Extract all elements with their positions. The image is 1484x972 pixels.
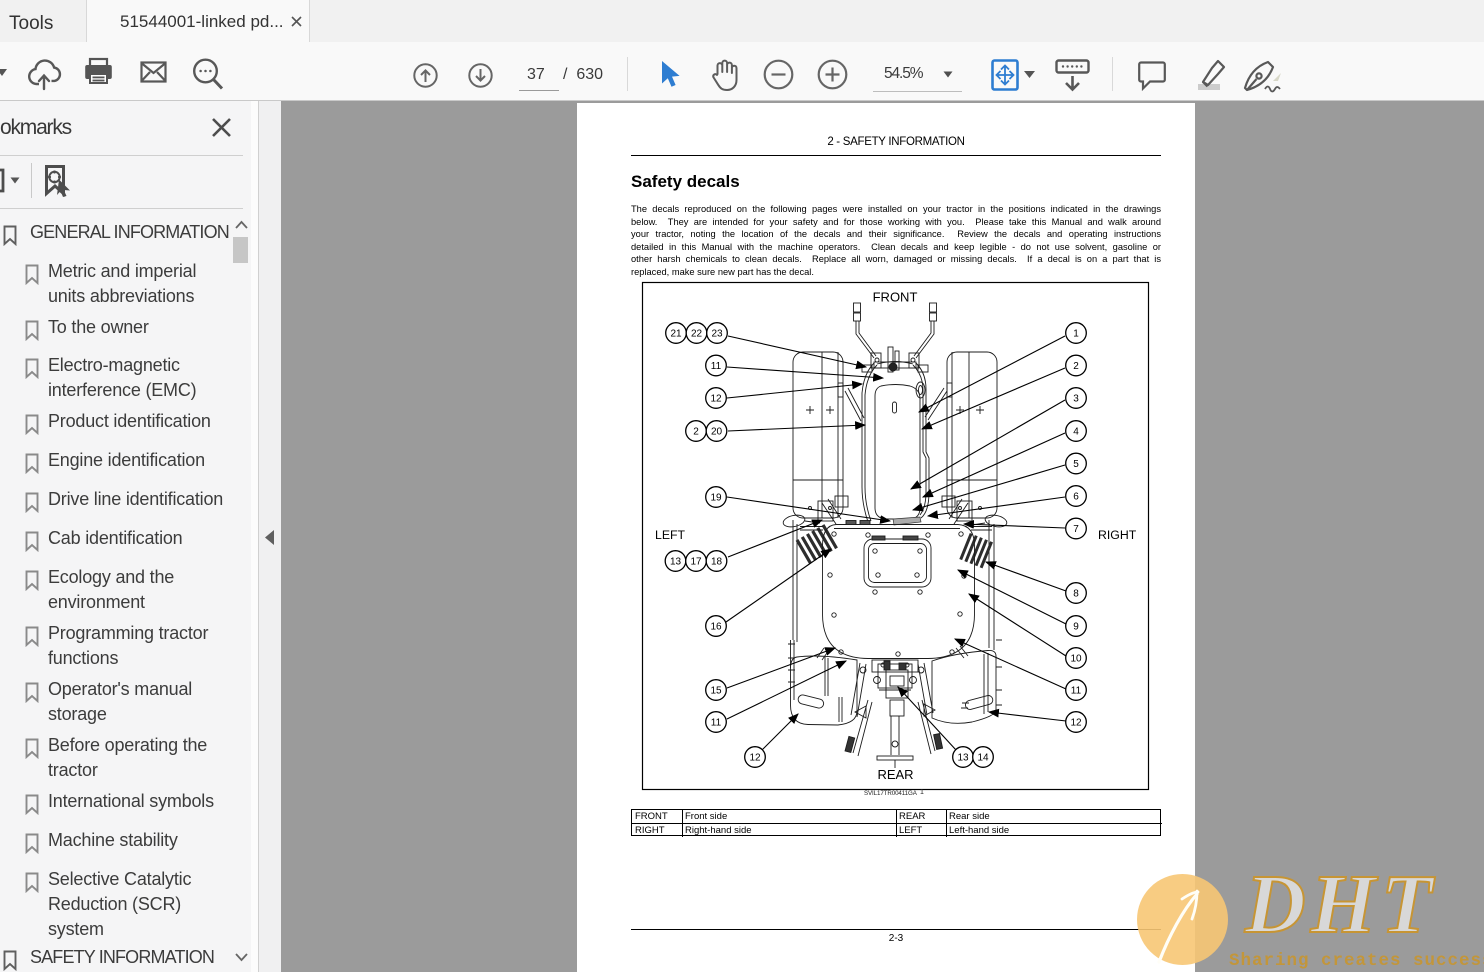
svg-text:13: 13 [670, 556, 682, 567]
svg-text:11: 11 [1071, 685, 1082, 696]
svg-text:10: 10 [1070, 653, 1082, 664]
svg-text:22: 22 [691, 328, 703, 339]
svg-text:3: 3 [1073, 393, 1079, 404]
svg-text:20: 20 [711, 426, 723, 437]
svg-text:4: 4 [1073, 426, 1079, 437]
svg-text:RIGHT: RIGHT [1098, 528, 1137, 542]
svg-text:8: 8 [1073, 588, 1079, 599]
svg-text:17: 17 [690, 556, 702, 567]
svg-text:5: 5 [1073, 459, 1079, 470]
svg-text:16: 16 [710, 621, 722, 632]
svg-text:12: 12 [749, 752, 761, 763]
svg-text:11: 11 [711, 717, 722, 728]
svg-text:2: 2 [1073, 361, 1079, 372]
svg-text:19: 19 [710, 492, 722, 503]
svg-text:13: 13 [957, 752, 969, 763]
svg-text:7: 7 [1073, 524, 1079, 535]
svg-text:18: 18 [711, 556, 723, 567]
svg-text:12: 12 [710, 393, 722, 404]
svg-text:14: 14 [977, 752, 989, 763]
svg-text:REAR: REAR [877, 767, 913, 782]
svg-text:FRONT: FRONT [873, 290, 918, 305]
svg-text:21: 21 [670, 328, 682, 339]
svg-text:11: 11 [711, 361, 722, 372]
svg-text:12: 12 [1070, 717, 1082, 728]
svg-text:9: 9 [1073, 621, 1079, 632]
svg-text:LEFT: LEFT [655, 528, 686, 542]
svg-text:15: 15 [710, 685, 722, 696]
svg-text:2: 2 [693, 426, 699, 437]
svg-text:23: 23 [711, 328, 723, 339]
svg-text:1: 1 [1073, 328, 1079, 339]
svg-text:6: 6 [1073, 491, 1079, 502]
